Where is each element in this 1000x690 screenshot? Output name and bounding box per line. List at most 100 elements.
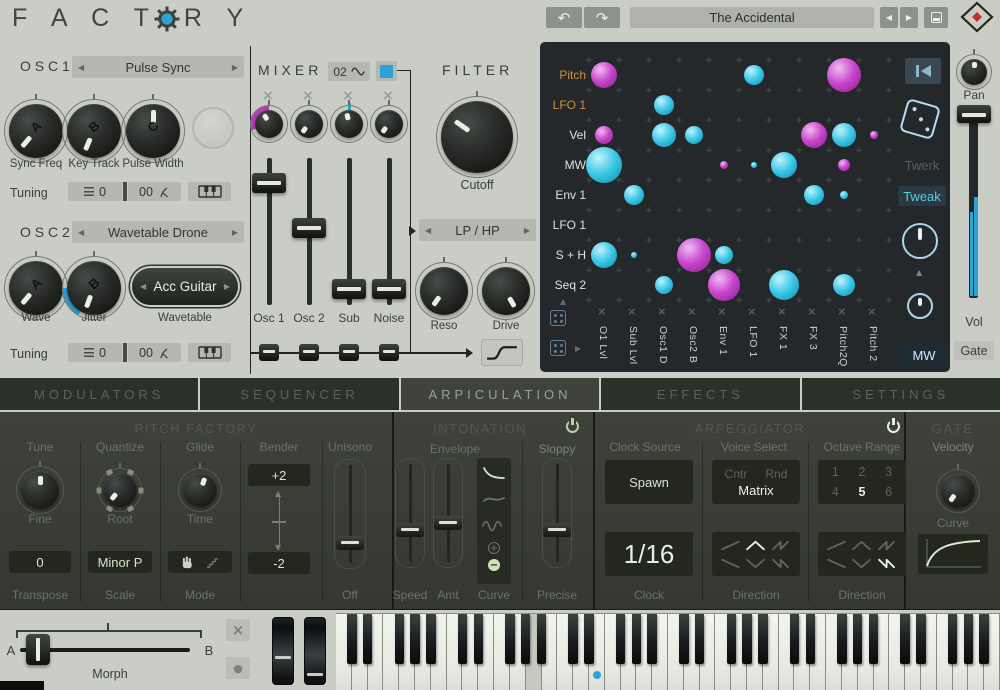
undo-button[interactable]: ↶ xyxy=(546,7,582,28)
redo-button[interactable]: ↷ xyxy=(584,7,620,28)
sync-freq-knob[interactable]: A xyxy=(9,104,63,158)
matrix-up-icon[interactable]: ▲ xyxy=(560,297,566,306)
osc2-semitone-field[interactable]: 0 xyxy=(68,343,122,362)
sloppy-fader-handle[interactable] xyxy=(543,523,571,537)
morph-slider-handle[interactable] xyxy=(26,634,50,665)
black-key[interactable] xyxy=(395,614,404,664)
bend-down-field[interactable]: -2 xyxy=(248,552,310,574)
black-key[interactable] xyxy=(679,614,688,664)
tab-effects[interactable]: EFFECTS xyxy=(601,378,799,410)
speed-fader-track[interactable] xyxy=(409,464,412,562)
jitter-knob[interactable]: B xyxy=(67,261,121,315)
voice-cntr-option[interactable]: Cntr xyxy=(725,467,748,481)
matrix-ball[interactable] xyxy=(631,252,637,258)
matrix-ball[interactable] xyxy=(652,123,676,147)
octave-5[interactable]: 5 xyxy=(859,485,866,499)
voice-select-field[interactable]: Cntr Rnd Matrix xyxy=(712,460,800,504)
next-preset-button[interactable]: ▶ xyxy=(900,7,918,28)
hand-icon[interactable] xyxy=(180,556,195,569)
curve-select-box[interactable]: + − xyxy=(477,458,511,584)
matrix-col-clear[interactable]: × xyxy=(718,304,726,319)
mixer-fader-handle[interactable] xyxy=(292,218,326,238)
pitch-wheel[interactable] xyxy=(272,617,294,685)
tab-modulators[interactable]: MODULATORS xyxy=(0,378,198,410)
direction-icon-2[interactable] xyxy=(769,536,794,554)
mixer-mod-knob[interactable] xyxy=(375,110,403,138)
matrix-col-clear[interactable]: × xyxy=(778,304,786,319)
wave-knob[interactable]: A xyxy=(9,261,63,315)
dice-icon-2[interactable] xyxy=(550,340,566,356)
mw-button[interactable]: MW xyxy=(900,345,948,365)
black-key[interactable] xyxy=(869,614,878,664)
matrix-ball[interactable] xyxy=(586,147,622,183)
twerk-button[interactable]: Twerk xyxy=(896,158,948,173)
mixer-pan-handle[interactable] xyxy=(259,344,279,361)
reso-knob[interactable] xyxy=(420,267,468,315)
matrix-ball[interactable] xyxy=(685,126,703,144)
direction-icon-1[interactable] xyxy=(849,536,874,554)
black-key[interactable] xyxy=(916,614,925,664)
direction-icon-4[interactable] xyxy=(849,554,874,572)
root-knob[interactable] xyxy=(103,473,137,507)
bend-up-field[interactable]: +2 xyxy=(248,464,310,486)
black-key[interactable] xyxy=(474,614,483,664)
gate-button[interactable]: Gate xyxy=(954,341,994,360)
clock-source-field[interactable]: Spawn xyxy=(605,460,693,504)
black-key[interactable] xyxy=(616,614,625,664)
matrix-amount-knob[interactable] xyxy=(902,223,938,259)
mixer-pan-handle[interactable] xyxy=(299,344,319,361)
matrix-ball[interactable] xyxy=(751,162,757,168)
velocity-curve-display[interactable] xyxy=(918,534,988,574)
wavetable-select[interactable]: ◀ Acc Guitar ▶ xyxy=(132,268,238,305)
black-key[interactable] xyxy=(426,614,435,664)
glide-mode-field[interactable] xyxy=(168,551,232,573)
pan-knob[interactable] xyxy=(961,59,987,85)
matrix-play-icon[interactable]: ▶ xyxy=(575,344,581,353)
voice-matrix-option[interactable]: Matrix xyxy=(738,483,773,498)
morph-clear-button[interactable]: × xyxy=(226,619,250,641)
preset-name[interactable]: The Accidental xyxy=(630,7,874,28)
matrix-ball[interactable] xyxy=(804,185,824,205)
matrix-ball[interactable] xyxy=(591,242,617,268)
black-key[interactable] xyxy=(727,614,736,664)
morph-record-button[interactable]: ● xyxy=(226,657,250,679)
velocity-curve-knob[interactable] xyxy=(941,474,975,508)
next-arrow-icon[interactable]: ▶ xyxy=(232,63,238,72)
unisono-fader-handle[interactable] xyxy=(336,536,364,550)
mod-wheel[interactable] xyxy=(304,617,326,685)
black-key[interactable] xyxy=(853,614,862,664)
tab-sequencer[interactable]: SEQUENCER xyxy=(200,378,398,410)
black-key[interactable] xyxy=(979,614,988,664)
mixer-fader-handle[interactable] xyxy=(372,279,406,299)
octave-6[interactable]: 6 xyxy=(885,485,892,499)
matrix-col-clear[interactable]: × xyxy=(658,304,666,319)
mixer-fader-handle[interactable] xyxy=(252,173,286,193)
cutoff-knob[interactable] xyxy=(441,101,513,173)
transpose-field[interactable]: 0 xyxy=(9,551,71,573)
matrix-ball[interactable] xyxy=(827,58,861,92)
matrix-ball[interactable] xyxy=(654,95,674,115)
sub-wave-select[interactable]: 02 xyxy=(328,62,370,81)
osc1-mod-button[interactable] xyxy=(192,107,234,149)
matrix-col-clear[interactable]: × xyxy=(748,304,756,319)
matrix-ball[interactable] xyxy=(595,126,613,144)
black-key[interactable] xyxy=(584,614,593,664)
sloppy-fader-track[interactable] xyxy=(556,464,559,562)
mixer-mod-knob[interactable] xyxy=(295,110,323,138)
matrix-ball[interactable] xyxy=(591,62,617,88)
voice-rnd-option[interactable]: Rnd xyxy=(765,467,787,481)
black-key[interactable] xyxy=(948,614,957,664)
black-key[interactable] xyxy=(505,614,514,664)
direction-icon-5[interactable] xyxy=(875,554,900,572)
speed-fader-handle[interactable] xyxy=(396,523,424,537)
matrix-ball[interactable] xyxy=(677,238,711,272)
matrix-ball[interactable] xyxy=(769,270,799,300)
matrix-ball[interactable] xyxy=(771,152,797,178)
matrix-ball[interactable] xyxy=(832,123,856,147)
mixer-pan-handle[interactable] xyxy=(339,344,359,361)
amt-fader-track[interactable] xyxy=(447,464,450,562)
osc1-mode-select[interactable]: ◀ Pulse Sync ▶ xyxy=(72,56,244,78)
osc2-keytrack-button[interactable] xyxy=(188,343,231,362)
glide-time-knob[interactable] xyxy=(183,473,217,507)
tweak-button[interactable]: Tweak xyxy=(898,186,946,206)
